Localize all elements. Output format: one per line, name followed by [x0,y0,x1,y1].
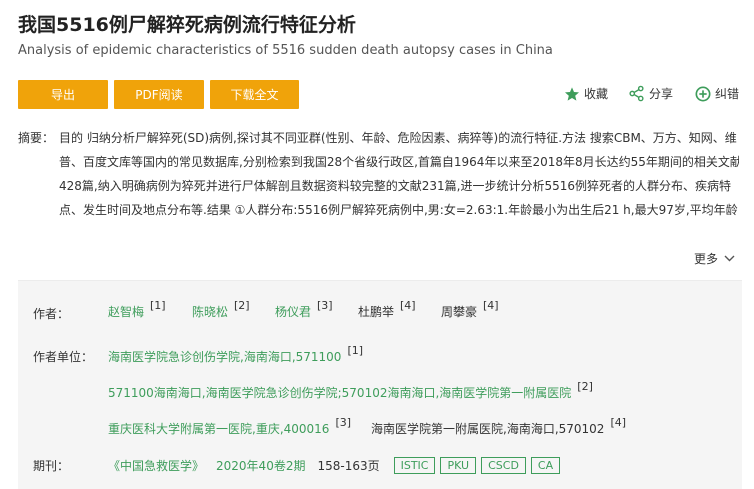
author-name: 周攀豪 [441,305,478,319]
author-link[interactable]: 赵智梅 [108,303,144,320]
star-icon [565,86,579,101]
more-label: 更多 [694,252,719,266]
author-name: 杜鹏举 [358,305,395,319]
favorite-button[interactable]: 收藏 [564,85,608,102]
article-subtitle: Analysis of epidemic characteristics of … [18,43,553,58]
report-error-label: 纠错 [715,87,740,101]
unit-link[interactable]: 重庆医科大学附属第一医院,重庆,400016 [108,420,329,437]
index-tag-pku[interactable]: PKU [440,457,477,474]
author-ref: [4] [483,299,499,312]
pdf-read-button[interactable]: PDF阅读 [114,80,204,109]
issue-link[interactable]: 2020年40卷2期 [216,457,305,474]
author-ref: [4] [400,299,416,312]
unit-link[interactable]: 海南医学院急诊创伤学院,海南海口,571100 [108,348,341,365]
more-toggle[interactable]: 更多 [694,250,735,267]
units-label: 作者单位： [33,350,94,364]
unit-link[interactable]: 571100海南海口,海南医学院急诊创伤学院;570102海南海口,海南医学院第… [108,384,571,401]
share-button[interactable]: 分享 [628,85,673,102]
pages: 158-163页 [317,459,380,473]
author-ref: [3] [317,299,333,312]
abstract-line: 普、百度文库等国内的常见数据库,分别检索到我国28个省级行政区,首篇自1964年… [59,155,739,169]
authors-label: 作者： [33,307,70,321]
author-link[interactable]: 陈晓松 [192,303,228,320]
index-tag-istic[interactable]: ISTIC [393,457,436,474]
abstract-line: 点、发生时间及地点分布等.结果 ①人群分布:5516例尸解猝死病例中,男:女=2… [59,203,738,217]
unit-ref: [3] [335,416,352,429]
journal-label: 期刊： [33,459,70,473]
share-label: 分享 [649,87,674,101]
unit-ref: [4] [610,416,627,429]
share-icon [629,85,644,102]
report-error-button[interactable]: 纠错 [695,85,739,102]
unit-name: 海南医学院第一附属医院,海南海口,570102 [371,422,605,436]
author-ref: [1] [150,299,166,312]
abstract-line: 目的 归纳分析尸解猝死(SD)病例,探讨其不同亚群(性别、年龄、危险因素、病猝等… [59,131,737,145]
unit-ref: [2] [577,380,593,393]
index-tag-ca[interactable]: CA [530,457,561,474]
index-tag-cscd[interactable]: CSCD [481,457,526,474]
export-button[interactable]: 导出 [18,80,108,109]
abstract-label: 摘要： [18,131,55,145]
plus-circle-icon [695,86,711,101]
chevron-down-icon [724,255,735,262]
download-fulltext-button[interactable]: 下载全文 [210,80,299,109]
article-info-panel: 作者： 赵智梅 [1] 陈晓松 [2] 杨仪君 [3] 杜鹏举 [4] 周攀豪 … [18,280,742,489]
unit-ref: [1] [347,344,364,357]
article-title: 我国5516例尸解猝死病例流行特征分析 [18,14,356,36]
author-link[interactable]: 杨仪君 [275,303,311,320]
abstract-line: 428篇,纳入明确病例为猝死并进行尸体解剖且数据资料较完整的文献231篇,进一步… [59,179,731,193]
abstract-text: 目的 归纳分析尸解猝死(SD)病例,探讨其不同亚群(性别、年龄、危险因素、病猝等… [59,126,739,246]
author-ref: [2] [234,299,250,312]
journal-link[interactable]: 《中国急救医学》 [108,457,204,474]
favorite-label: 收藏 [584,87,609,101]
